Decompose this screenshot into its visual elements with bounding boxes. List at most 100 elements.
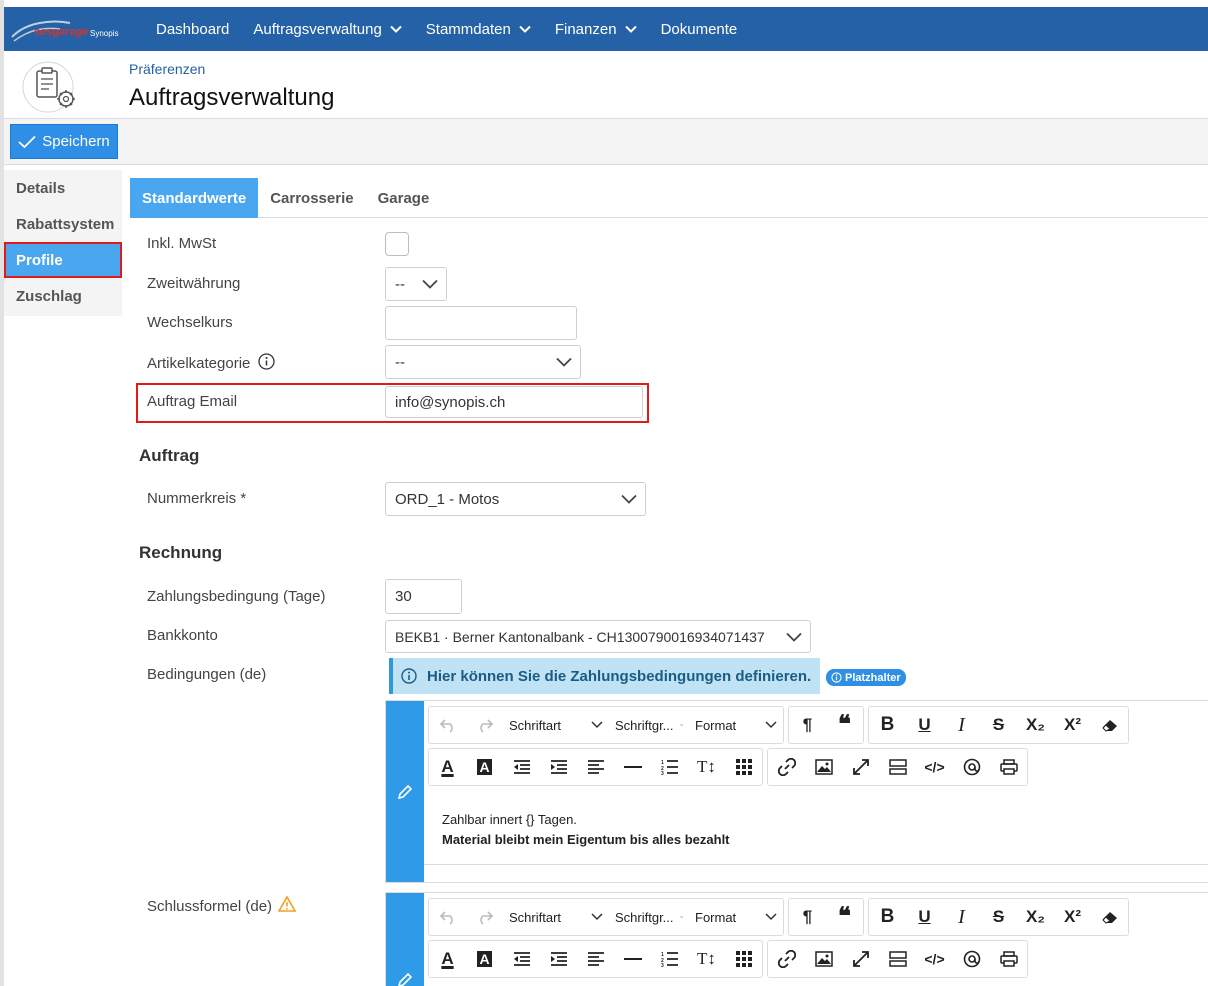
tab-standardwerte[interactable]: Standardwerte: [130, 178, 259, 218]
svg-text:3: 3: [661, 963, 664, 967]
auftrag-email-input[interactable]: info@synopis.ch: [385, 386, 643, 418]
undo-button[interactable]: [429, 707, 466, 743]
outdent-button[interactable]: [503, 941, 540, 977]
block-template-button[interactable]: [879, 941, 916, 977]
bold-button[interactable]: B: [869, 707, 906, 743]
zweitwaehrung-select[interactable]: --: [385, 267, 447, 301]
bold-button[interactable]: B: [869, 899, 906, 935]
link-button[interactable]: [768, 749, 805, 785]
blockquote-button[interactable]: ❝: [826, 707, 863, 743]
side-item-profile[interactable]: Profile: [4, 242, 122, 278]
breadcrumb[interactable]: Präferenzen: [129, 61, 205, 77]
horizontal-rule-button[interactable]: [614, 941, 651, 977]
nav-stammdaten[interactable]: Stammdaten: [414, 7, 543, 51]
list-button[interactable]: 123: [651, 749, 688, 785]
table-button[interactable]: [725, 749, 762, 785]
tab-carrosserie[interactable]: Carrosserie: [258, 178, 365, 218]
image-button[interactable]: [805, 941, 842, 977]
print-button[interactable]: [990, 941, 1027, 977]
font-color-button[interactable]: A: [429, 941, 466, 977]
horizontal-rule-button[interactable]: [614, 749, 651, 785]
nummernkreis-select[interactable]: ORD_1 - Motos: [385, 482, 646, 516]
clear-format-button[interactable]: [1091, 707, 1128, 743]
indent-button[interactable]: [540, 749, 577, 785]
outdent-button[interactable]: [503, 749, 540, 785]
print-button[interactable]: [990, 749, 1027, 785]
insert-group: </>: [767, 940, 1028, 978]
bedingungen-editor-content[interactable]: Zahlbar innert {} Tagen. Material bleibt…: [442, 810, 730, 850]
font-size-dropdown[interactable]: Schriftgr...: [609, 899, 689, 935]
block-template-button[interactable]: [879, 749, 916, 785]
clear-format-button[interactable]: [1091, 899, 1128, 935]
underline-button[interactable]: U: [906, 707, 943, 743]
code-view-button[interactable]: </>: [916, 941, 953, 977]
fullscreen-button[interactable]: [842, 749, 879, 785]
format-dropdown[interactable]: Format: [689, 899, 783, 935]
highlight-color-button[interactable]: A: [466, 941, 503, 977]
side-item-details[interactable]: Details: [4, 170, 122, 206]
nav-dokumente[interactable]: Dokumente: [649, 7, 750, 51]
artikelkategorie-select[interactable]: --: [385, 345, 581, 379]
nav-auftragsverwaltung[interactable]: Auftragsverwaltung: [241, 7, 413, 51]
edit-mode-toggle[interactable]: [386, 893, 424, 986]
tab-garage[interactable]: Garage: [366, 178, 442, 218]
subscript-button[interactable]: X₂: [1017, 707, 1054, 743]
paragraph-button[interactable]: ¶: [789, 707, 826, 743]
strikethrough-button[interactable]: S: [980, 707, 1017, 743]
redo-icon: [479, 719, 493, 733]
template-icon: [888, 951, 907, 967]
list-button[interactable]: 123: [651, 941, 688, 977]
line-height-button[interactable]: T↕: [688, 749, 725, 785]
side-item-zuschlag[interactable]: Zuschlag: [4, 278, 122, 314]
ordered-list-icon: 123: [661, 952, 678, 967]
bankkonto-select[interactable]: BEKB1 · Berner Kantonalbank - CH13007900…: [385, 620, 811, 653]
indent-button[interactable]: [540, 941, 577, 977]
info-icon[interactable]: [257, 353, 275, 370]
redo-button[interactable]: [466, 899, 503, 935]
nav-dashboard[interactable]: Dashboard: [144, 7, 241, 51]
schlussformel-label: Schlussformel (de): [147, 895, 297, 915]
format-dropdown[interactable]: Format: [689, 707, 783, 743]
undo-icon: [439, 911, 453, 925]
font-size-dropdown[interactable]: Schriftgr...: [609, 707, 689, 743]
mention-button[interactable]: [953, 941, 990, 977]
image-button[interactable]: [805, 749, 842, 785]
blockquote-button[interactable]: ❝: [826, 899, 863, 935]
redo-button[interactable]: [466, 707, 503, 743]
undo-button[interactable]: [429, 899, 466, 935]
paragraph-button[interactable]: ¶: [789, 899, 826, 935]
code-view-button[interactable]: </>: [916, 749, 953, 785]
fullscreen-button[interactable]: [842, 941, 879, 977]
edit-mode-toggle[interactable]: [386, 701, 424, 882]
italic-button[interactable]: I: [943, 707, 980, 743]
nummernkreis-value: ORD_1 - Motos: [395, 490, 500, 508]
nav-finanzen[interactable]: Finanzen: [543, 7, 649, 51]
align-button[interactable]: [577, 749, 614, 785]
zahlungsbedingung-input[interactable]: 30: [385, 579, 462, 614]
table-button[interactable]: [725, 941, 762, 977]
link-icon: [777, 950, 796, 968]
font-family-dropdown[interactable]: Schriftart: [503, 707, 609, 743]
align-button[interactable]: [577, 941, 614, 977]
font-color-button[interactable]: A: [429, 749, 466, 785]
platzhalter-badge[interactable]: Platzhalter: [826, 669, 906, 686]
link-button[interactable]: [768, 941, 805, 977]
wechselkurs-input[interactable]: [385, 306, 577, 340]
subscript-button[interactable]: X₂: [1017, 899, 1054, 935]
font-color-icon: A: [441, 757, 454, 776]
superscript-button[interactable]: X²: [1054, 707, 1091, 743]
line-height-button[interactable]: T↕: [688, 941, 725, 977]
save-button[interactable]: Speichern: [10, 124, 118, 159]
app-logo[interactable]: sesgarage Synopis: [10, 15, 128, 45]
horizontal-rule-icon: [623, 766, 642, 768]
mention-button[interactable]: [953, 749, 990, 785]
history-font-group: Schriftart Schriftgr... Format: [428, 706, 784, 744]
side-item-rabattsystem[interactable]: Rabattsystem: [4, 206, 122, 242]
underline-button[interactable]: U: [906, 899, 943, 935]
font-family-dropdown[interactable]: Schriftart: [503, 899, 609, 935]
strikethrough-button[interactable]: S: [980, 899, 1017, 935]
italic-button[interactable]: I: [943, 899, 980, 935]
superscript-button[interactable]: X²: [1054, 899, 1091, 935]
inkl-mwst-checkbox[interactable]: [385, 232, 409, 256]
highlight-color-button[interactable]: A: [466, 749, 503, 785]
